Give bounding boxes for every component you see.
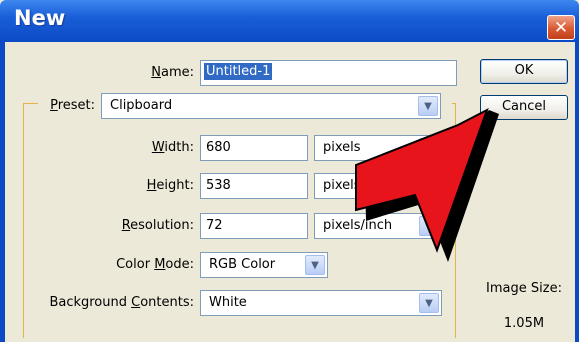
red-arrow-pointer-icon	[355, 107, 499, 262]
